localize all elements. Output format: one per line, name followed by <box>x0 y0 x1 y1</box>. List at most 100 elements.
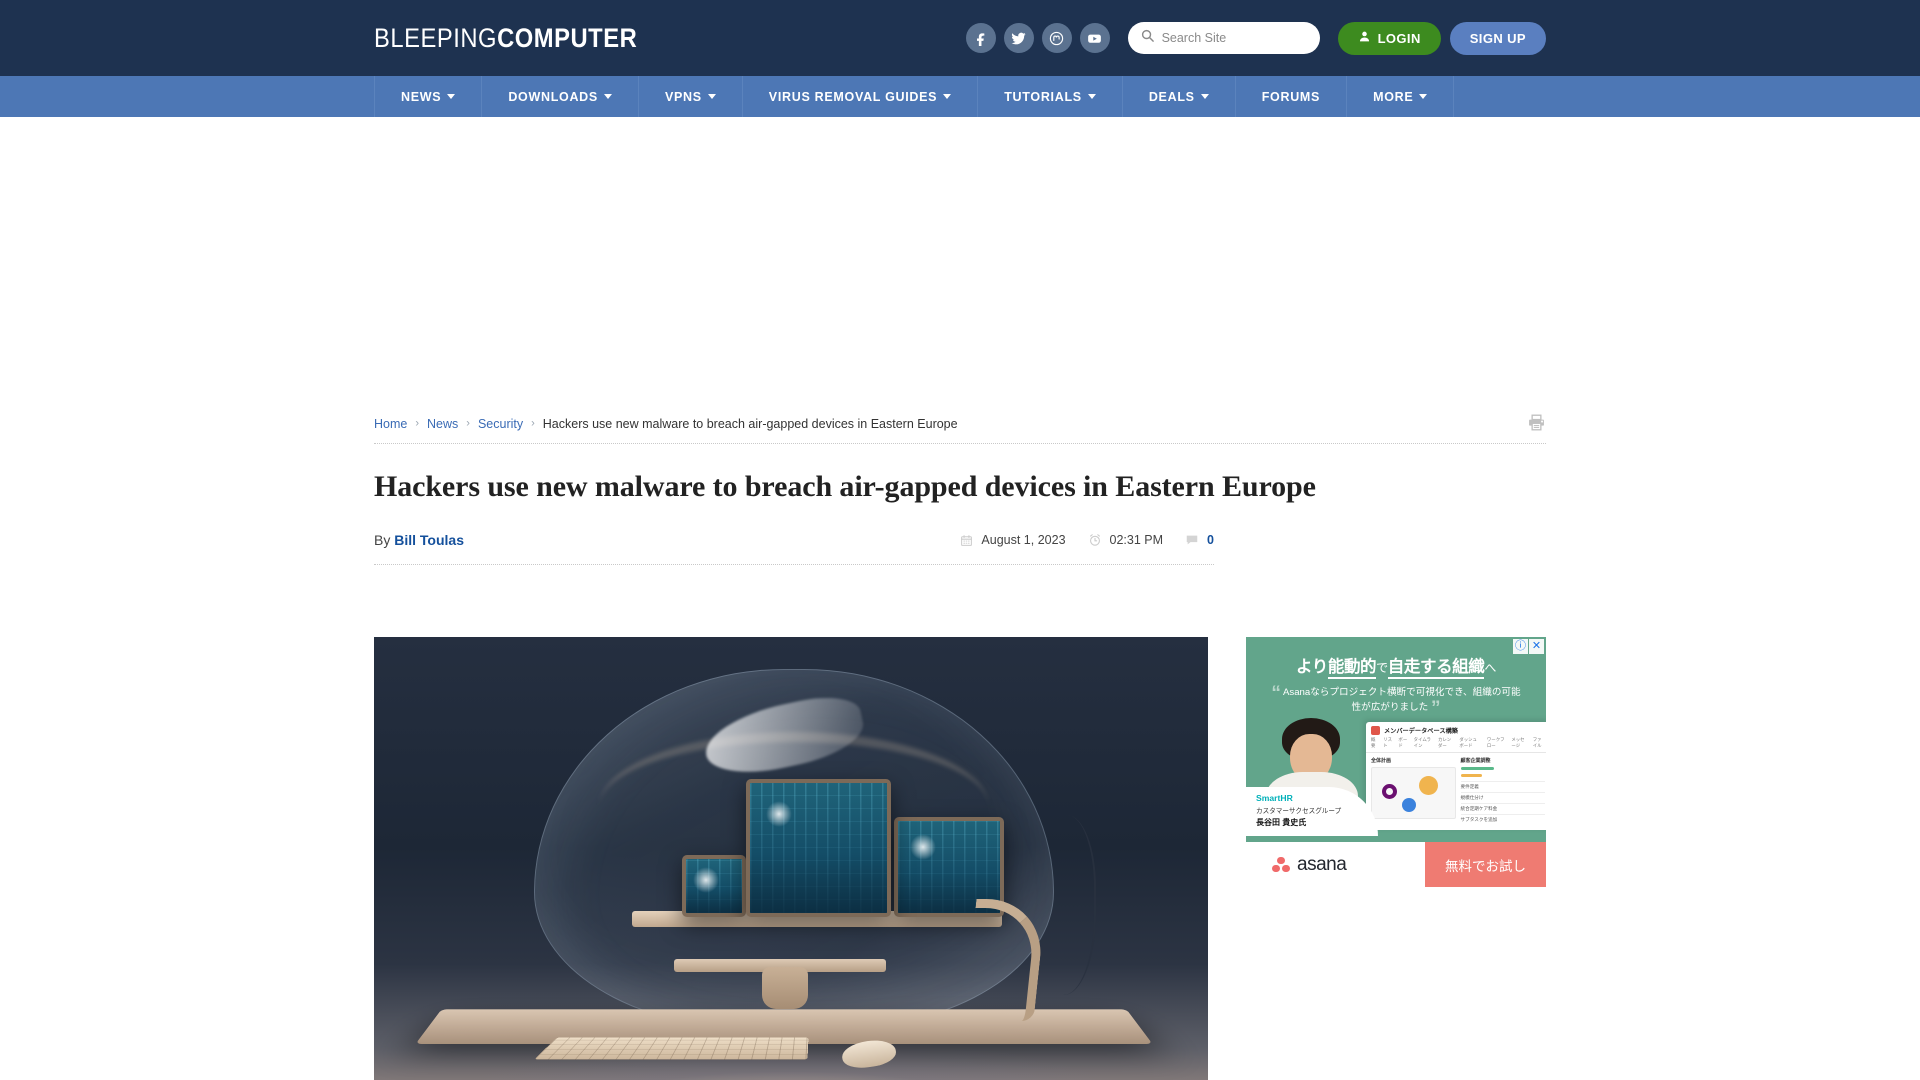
author-link[interactable]: Bill Toulas <box>394 532 464 548</box>
nav-item-label: NEWS <box>401 89 442 104</box>
chevron-down-icon <box>1419 94 1428 99</box>
nav-item-vpns[interactable]: VPNS <box>639 76 743 117</box>
twitter-icon[interactable] <box>1003 23 1034 53</box>
cable <box>1024 815 1096 995</box>
ad-ui-column-2: 顧客企業調整 要件定義 規模仕分け 統合定期ケア料金 サブタスクを追加 <box>1460 757 1545 825</box>
signup-button[interactable]: SIGN UP <box>1449 21 1546 55</box>
desk-pedestal <box>762 967 808 1009</box>
ad-choices-controls: ⓘ ✕ <box>1513 639 1544 654</box>
mastodon-icon[interactable] <box>1041 23 1072 53</box>
ad-close-icon[interactable]: ✕ <box>1529 639 1544 654</box>
nav-item-label: DEALS <box>1148 89 1195 104</box>
ad-ui-row: 統合定期ケア料金 <box>1460 802 1545 814</box>
ad-quote: “ Asanaならプロジェクト横断で可視化でき、組織の可能性が広がりました ” <box>1246 683 1546 719</box>
alarm-clock-icon <box>1088 533 1102 547</box>
asana-wordmark: asana <box>1297 853 1347 875</box>
chevron-down-icon <box>943 94 952 99</box>
youtube-icon[interactable] <box>1079 23 1110 53</box>
article-meta: August 1, 2023 02:31 PM 0 <box>960 533 1214 547</box>
chevron-down-icon <box>447 94 456 99</box>
site-header: BLEEPINGCOMPUTER Search Site LOGIN SIGN … <box>0 0 1920 76</box>
print-icon[interactable] <box>1527 413 1546 437</box>
breadcrumb: Home › News › Security › Hackers use new malwa… <box>374 417 958 431</box>
user-icon <box>1358 30 1371 46</box>
ad-ui-app-icon <box>1371 725 1380 735</box>
ad-info-icon[interactable]: ⓘ <box>1513 639 1528 654</box>
ad-headline: より能動的で自走する組織へ <box>1246 637 1546 679</box>
breadcrumb-row: Home › News › Security › Hackers use new malwa… <box>374 407 1546 444</box>
content-area: Home › News › Security › Hackers use new malwa… <box>374 407 1546 1080</box>
site-logo[interactable]: BLEEPINGCOMPUTER <box>374 23 637 54</box>
ad-ui-row: 要件定義 <box>1460 780 1545 792</box>
chevron-down-icon <box>707 94 716 99</box>
comment-icon <box>1185 533 1199 547</box>
ad-ui-tab: カレンダー <box>1437 736 1452 748</box>
nav-item-deals[interactable]: DEALS <box>1123 76 1236 117</box>
nav-item-downloads[interactable]: DOWNLOADS <box>482 76 639 117</box>
comment-count[interactable]: 0 <box>1185 533 1214 547</box>
header-actions: LOGIN SIGN UP <box>965 21 1546 55</box>
ad-headline-part-1: 能動的 <box>1327 658 1377 679</box>
nav-item-virus-removal-guides[interactable]: VIRUS REMOVAL GUIDES <box>743 76 979 117</box>
top-advertisement-slot <box>0 117 1920 407</box>
nav-item-label: DOWNLOADS <box>508 89 598 104</box>
ad-ui-col2-title: 顧客企業調整 <box>1460 757 1491 764</box>
breadcrumb-item-2[interactable]: Security <box>478 417 523 431</box>
ad-ui-tab: ワークフロー <box>1486 736 1505 748</box>
social-links <box>965 23 1110 53</box>
breadcrumb-separator: › <box>415 417 420 430</box>
ad-headline-part-3: 自走する組織 <box>1387 658 1485 679</box>
nav-item-news[interactable]: NEWS <box>374 76 483 117</box>
chevron-down-icon <box>603 94 612 99</box>
calendar-icon <box>960 534 973 547</box>
nav-item-forums[interactable]: FORUMS <box>1236 76 1348 117</box>
by-label: By <box>374 532 391 548</box>
chevron-down-icon <box>1200 94 1209 99</box>
ad-ui-column-1: 全体計画 <box>1371 757 1456 825</box>
quote-open-mark: “ <box>1271 683 1281 704</box>
quote-close-mark: ” <box>1430 697 1441 719</box>
ad-headline-part-4: へ <box>1484 661 1496 675</box>
login-label: LOGIN <box>1377 30 1421 46</box>
ad-body: メンバーデータベース構築 概要 リスト ボード タイムライン カレンダー ダッシュボードワ… <box>1246 717 1546 836</box>
ad-ui-tab: ダッシュボード <box>1459 736 1477 748</box>
article-byline-row: By Bill Toulas August 1, 2023 02:31 PM 0 <box>374 532 1214 565</box>
facebook-icon[interactable] <box>965 23 996 53</box>
ad-ui-tab: タイムライン <box>1413 736 1431 748</box>
ad-badge-role: カスタマーサクセスグループ <box>1256 807 1342 815</box>
sidebar-advertisement[interactable]: ⓘ ✕ より能動的で自走する組織へ “ Asanaならプロジェクト横断で可視化で… <box>1246 637 1546 887</box>
search-box[interactable] <box>1127 22 1320 54</box>
page-title: Hackers use new malware to breach air-ga… <box>374 470 1316 503</box>
nav-item-tutorials[interactable]: TUTORIALS <box>978 76 1123 117</box>
breadcrumb-item-3: Hackers use new malware to breach air-ga… <box>542 417 958 431</box>
nav-item-more[interactable]: MORE <box>1347 76 1455 117</box>
ad-ui-rows: 要件定義 規模仕分け 統合定期ケア料金 サブタスクを追加 <box>1460 780 1545 825</box>
ad-ui-row: サブタスクを追加 <box>1460 813 1545 825</box>
nav-item-label: VIRUS REMOVAL GUIDES <box>768 89 938 104</box>
ad-footer: asana 無料でお試し <box>1246 842 1546 887</box>
ad-badge-person: 長谷田 貴史氏 <box>1256 817 1307 827</box>
ad-ui-tab: リスト <box>1383 736 1392 748</box>
ad-badge-brand: SmartHR <box>1256 792 1293 803</box>
ad-ui-title: メンバーデータベース構築 <box>1384 727 1458 735</box>
publish-date: August 1, 2023 <box>960 533 1066 547</box>
comment-count-text: 0 <box>1207 533 1214 547</box>
byline: By Bill Toulas <box>374 532 464 548</box>
breadcrumb-separator: › <box>531 417 535 430</box>
breadcrumb-item-0[interactable]: Home <box>374 417 407 431</box>
login-button[interactable]: LOGIN <box>1337 21 1441 55</box>
breadcrumb-item-1[interactable]: News <box>427 417 458 431</box>
article-hero-image <box>374 637 1208 1080</box>
search-input[interactable] <box>1161 31 1308 45</box>
nav-item-label: VPNS <box>664 89 702 104</box>
ad-ui-tab: ファイル <box>1532 736 1542 748</box>
ad-headline-part-0: より <box>1295 658 1328 676</box>
ad-ui-row: 規模仕分け <box>1460 791 1545 803</box>
ad-cta-button[interactable]: 無料でお試し <box>1425 842 1546 887</box>
nav-item-label: MORE <box>1373 89 1414 104</box>
asana-logo: asana <box>1246 853 1347 876</box>
nav-item-label: FORUMS <box>1261 89 1321 104</box>
chevron-down-icon <box>1087 94 1096 99</box>
keyboard <box>533 1037 809 1060</box>
search-icon <box>1140 28 1155 48</box>
